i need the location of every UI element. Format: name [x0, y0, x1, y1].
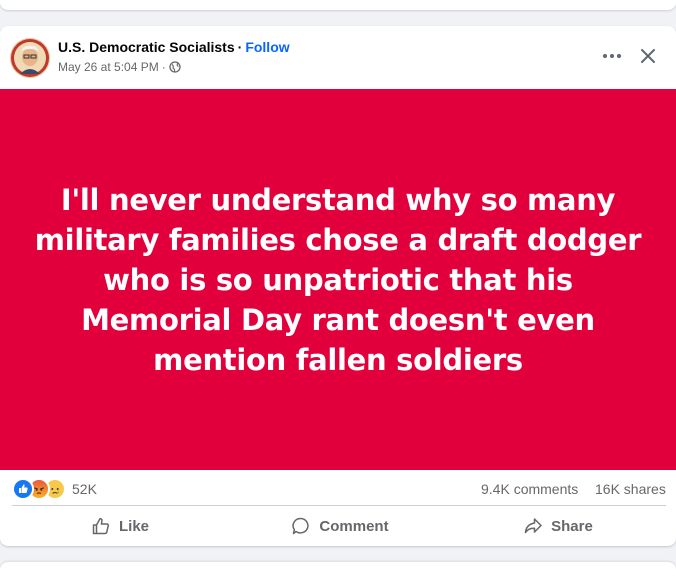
reactions-summary[interactable]: 52K — [12, 478, 97, 500]
post-header: U.S. Democratic Socialists · Follow May 26… — [0, 26, 676, 88]
post-timestamp[interactable]: May 26 at 5:04 PM — [58, 60, 159, 74]
page-name[interactable]: U.S. Democratic Socialists — [58, 39, 235, 55]
post-card: U.S. Democratic Socialists · Follow May 26… — [0, 26, 676, 546]
shares-count[interactable]: 16K shares — [595, 481, 666, 497]
follow-button[interactable]: Follow — [245, 39, 289, 55]
thumbs-up-icon — [92, 518, 110, 535]
comment-button[interactable]: Comment — [230, 508, 450, 544]
avatar[interactable] — [10, 38, 50, 78]
like-button[interactable]: Like — [10, 508, 230, 544]
close-icon — [641, 49, 655, 63]
comment-icon — [292, 517, 310, 535]
next-post-card — [0, 562, 676, 582]
globe-icon[interactable] — [169, 61, 181, 73]
comment-label: Comment — [319, 517, 389, 535]
post-author-line: U.S. Democratic Socialists · Follow — [58, 39, 290, 55]
close-button[interactable] — [634, 42, 662, 70]
post-text-background[interactable]: I'll never understand why so many milita… — [0, 89, 676, 470]
reaction-count: 52K — [72, 481, 97, 497]
meta-separator: · — [161, 60, 166, 74]
previous-post-card — [0, 0, 676, 10]
post-text: I'll never understand why so many milita… — [34, 182, 642, 377]
name-separator: · — [237, 39, 243, 55]
more-options-icon — [603, 54, 621, 58]
share-icon — [524, 518, 542, 534]
comments-count[interactable]: 9.4K comments — [481, 481, 578, 497]
action-bar: Like Comment Share — [0, 508, 676, 544]
post-meta: May 26 at 5:04 PM · — [58, 60, 181, 74]
more-options-button[interactable] — [596, 42, 628, 70]
engagement-bar: 52K 9.4K comments 16K shares — [0, 470, 676, 506]
action-divider — [12, 505, 666, 506]
like-label: Like — [118, 517, 149, 535]
share-label: Share — [551, 517, 593, 535]
share-button[interactable]: Share — [450, 508, 666, 544]
like-icon — [12, 478, 34, 500]
